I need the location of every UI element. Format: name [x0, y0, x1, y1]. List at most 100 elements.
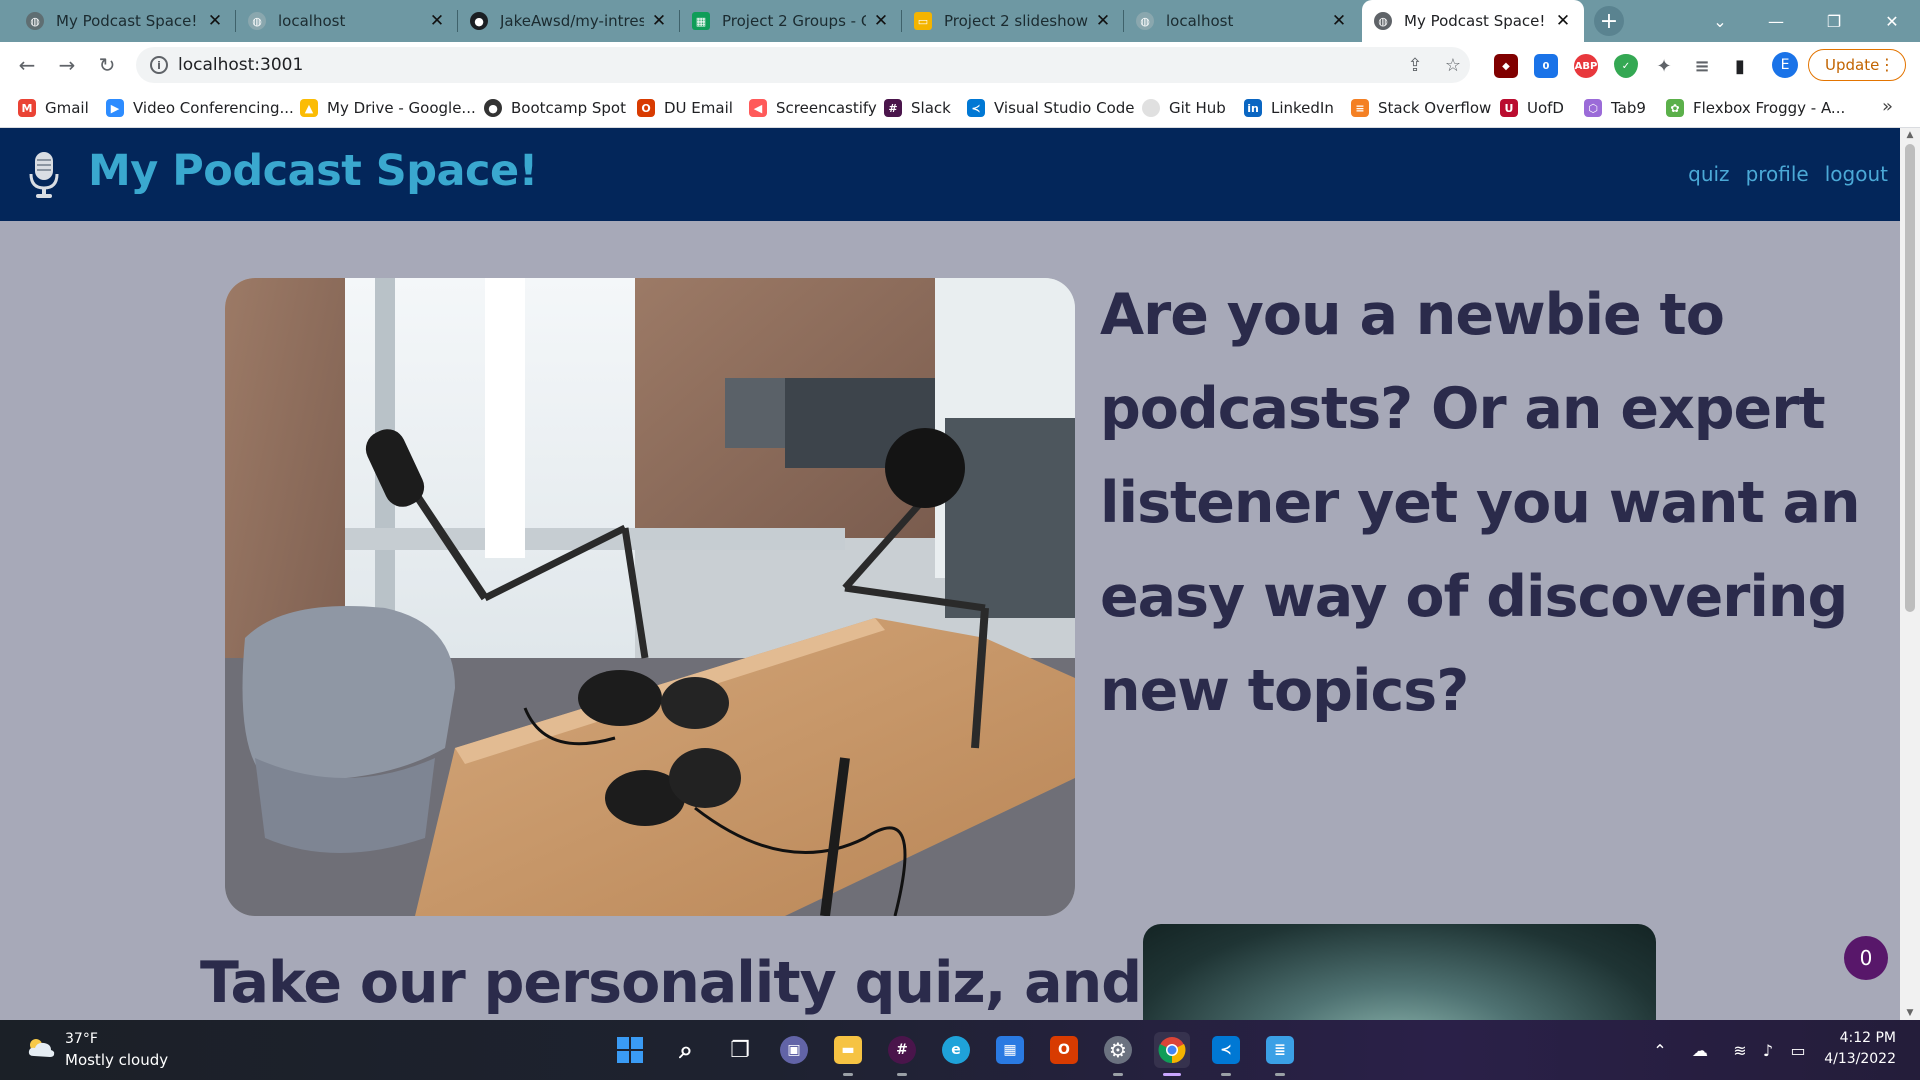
reload-icon[interactable]: ↻ — [92, 50, 122, 80]
extension-badge-icon[interactable]: 0 — [1534, 54, 1558, 78]
globe-icon: ◍ — [1374, 12, 1392, 30]
site-title[interactable]: My Podcast Space! — [88, 146, 538, 196]
taskbar-vscode[interactable]: ≺ — [1208, 1032, 1244, 1076]
file-explorer-icon: ▬ — [834, 1036, 862, 1064]
shield-icon[interactable]: ✓ — [1614, 54, 1638, 78]
adblock-plus-icon[interactable]: ABP — [1574, 54, 1598, 78]
taskbar-store[interactable]: ▦ — [992, 1032, 1028, 1068]
onedrive-offline-icon[interactable]: ☁ — [1688, 1038, 1712, 1062]
bookmark-stack-overflow[interactable]: ≡ Stack Overflow — [1351, 97, 1491, 119]
show-hidden-icons-icon[interactable]: ⌃ — [1648, 1038, 1672, 1062]
taskbar-notepad[interactable]: ≣ — [1262, 1032, 1298, 1076]
weather-description[interactable]: Mostly cloudy — [65, 1051, 168, 1069]
tab-github[interactable]: ● JakeAwsd/my-intrests ✕ — [458, 0, 680, 42]
bookmark-linkedin[interactable]: in LinkedIn — [1244, 97, 1334, 119]
side-panel-icon[interactable]: ▮ — [1728, 54, 1752, 78]
tab-localhost[interactable]: ◍ localhost ✕ — [236, 0, 458, 42]
taskbar-task-view-button[interactable]: ❐ — [722, 1032, 758, 1068]
nav-link-quiz[interactable]: quiz — [1688, 162, 1729, 186]
reading-list-icon[interactable]: ≡ — [1690, 54, 1714, 78]
bookmark-vscode[interactable]: ≺ Visual Studio Code — [967, 97, 1135, 119]
globe-icon: ◍ — [248, 12, 266, 30]
close-tab-icon[interactable]: ✕ — [650, 11, 668, 31]
extensions-puzzle-icon[interactable]: ✦ — [1652, 54, 1676, 78]
cloudy-weather-icon[interactable] — [26, 1036, 56, 1060]
tab-localhost-2[interactable]: ◍ localhost ✕ — [1124, 0, 1360, 42]
close-tab-icon[interactable]: ✕ — [206, 11, 224, 31]
tab-search-icon[interactable]: ⌄ — [1692, 0, 1748, 42]
forward-icon[interactable]: → — [52, 50, 82, 80]
start-button[interactable] — [612, 1032, 648, 1068]
bookmark-slack[interactable]: # Slack — [884, 97, 951, 119]
start-icon — [617, 1037, 643, 1063]
more-menu-icon[interactable]: ⋮ — [1879, 55, 1895, 74]
task-view-icon: ❐ — [730, 1037, 750, 1063]
office-icon: O — [1050, 1036, 1078, 1064]
scrollbar-thumb[interactable] — [1905, 144, 1915, 612]
floating-counter-button[interactable]: 0 — [1844, 936, 1888, 980]
tab-google-sheets[interactable]: ▦ Project 2 Groups - Go ✕ — [680, 0, 902, 42]
new-tab-button[interactable]: + — [1594, 6, 1624, 36]
nav-link-profile[interactable]: profile — [1746, 162, 1809, 186]
close-window-icon[interactable]: ✕ — [1864, 0, 1920, 42]
share-icon[interactable]: ⇪ — [1404, 54, 1426, 76]
taskbar-chat-button[interactable]: ▣ — [776, 1032, 812, 1068]
google-slides-icon: ▭ — [914, 12, 932, 30]
taskbar-search-button[interactable]: ⌕ — [668, 1032, 704, 1068]
taskbar-chrome[interactable] — [1154, 1032, 1190, 1076]
search-icon: ⌕ — [679, 1036, 693, 1064]
close-tab-icon[interactable]: ✕ — [872, 11, 890, 31]
bookmarks-overflow-icon[interactable]: » — [1882, 96, 1893, 117]
close-tab-icon[interactable]: ✕ — [1094, 11, 1112, 31]
restore-icon[interactable]: ❐ — [1806, 0, 1862, 42]
url-text[interactable]: localhost:3001 — [178, 55, 303, 75]
address-bar[interactable]: i localhost:3001 ⇪ ☆ — [136, 47, 1470, 83]
bookmark-video-conferencing[interactable]: ▶ Video Conferencing... — [106, 97, 294, 119]
scroll-down-arrow-icon[interactable]: ▼ — [1905, 1008, 1915, 1018]
bookmark-gmail[interactable]: M Gmail — [18, 97, 89, 119]
bookmark-github[interactable]: Git Hub — [1142, 97, 1226, 119]
podcast-studio-illustration — [225, 278, 1075, 916]
tab-title: Project 2 slideshow M — [944, 12, 1088, 30]
nav-link-logout[interactable]: logout — [1825, 162, 1888, 186]
globe-icon: ◍ — [26, 12, 44, 30]
tab-my-podcast-space-active[interactable]: ◍ My Podcast Space! ✕ — [1362, 0, 1584, 42]
close-tab-icon[interactable]: ✕ — [428, 11, 446, 31]
minimize-icon[interactable]: — — [1748, 0, 1804, 42]
bookmark-tab9[interactable]: ⬡ Tab9 — [1584, 97, 1646, 119]
bookmark-uofd[interactable]: U UofD — [1500, 97, 1564, 119]
close-tab-icon[interactable]: ✕ — [1330, 11, 1348, 31]
page-scrollbar[interactable]: ▲ ▼ — [1900, 128, 1920, 1020]
clock-time[interactable]: 4:12 PM — [1840, 1030, 1896, 1046]
wifi-icon[interactable]: ≋ — [1728, 1038, 1752, 1062]
clock-date[interactable]: 4/13/2022 — [1824, 1051, 1896, 1067]
close-tab-icon[interactable]: ✕ — [1554, 11, 1572, 31]
profile-avatar[interactable]: E — [1772, 52, 1798, 78]
ublock-icon[interactable]: ◆ — [1494, 54, 1518, 78]
update-button[interactable]: Update ⋮ — [1808, 49, 1906, 81]
bookmark-flexbox-froggy[interactable]: ✿ Flexbox Froggy - A... — [1666, 97, 1845, 119]
tab-my-podcast-space[interactable]: ◍ My Podcast Space! ✕ — [14, 0, 236, 42]
microsoft-store-icon: ▦ — [996, 1036, 1024, 1064]
weather-temperature[interactable]: 37°F — [65, 1031, 98, 1047]
scroll-up-arrow-icon[interactable]: ▲ — [1905, 130, 1915, 140]
tab-title: My Podcast Space! — [1404, 12, 1546, 30]
volume-icon[interactable]: ♪ — [1756, 1038, 1780, 1062]
bookmark-screencastify[interactable]: ◀ Screencastify — [749, 97, 877, 119]
bookmark-bootcamp-spot[interactable]: ● Bootcamp Spot — [484, 97, 626, 119]
battery-icon[interactable]: ▭ — [1786, 1038, 1810, 1062]
bookmark-du-email[interactable]: O DU Email — [637, 97, 733, 119]
bookmark-my-drive[interactable]: ▲ My Drive - Google... — [300, 97, 476, 119]
back-icon[interactable]: ← — [12, 50, 42, 80]
taskbar-file-explorer[interactable]: ▬ — [830, 1032, 866, 1076]
site-header: My Podcast Space! quiz profile logout — [0, 128, 1900, 221]
uofd-icon: U — [1500, 99, 1518, 117]
tab-google-slides[interactable]: ▭ Project 2 slideshow M ✕ — [902, 0, 1124, 42]
taskbar-settings[interactable]: ⚙ — [1100, 1032, 1136, 1076]
taskbar-office[interactable]: O — [1046, 1032, 1082, 1068]
settings-icon: ⚙ — [1104, 1036, 1132, 1064]
taskbar-slack[interactable]: # — [884, 1032, 920, 1076]
bookmark-star-icon[interactable]: ☆ — [1442, 54, 1464, 76]
site-info-icon[interactable]: i — [150, 56, 168, 74]
taskbar-edge[interactable]: e — [938, 1032, 974, 1068]
